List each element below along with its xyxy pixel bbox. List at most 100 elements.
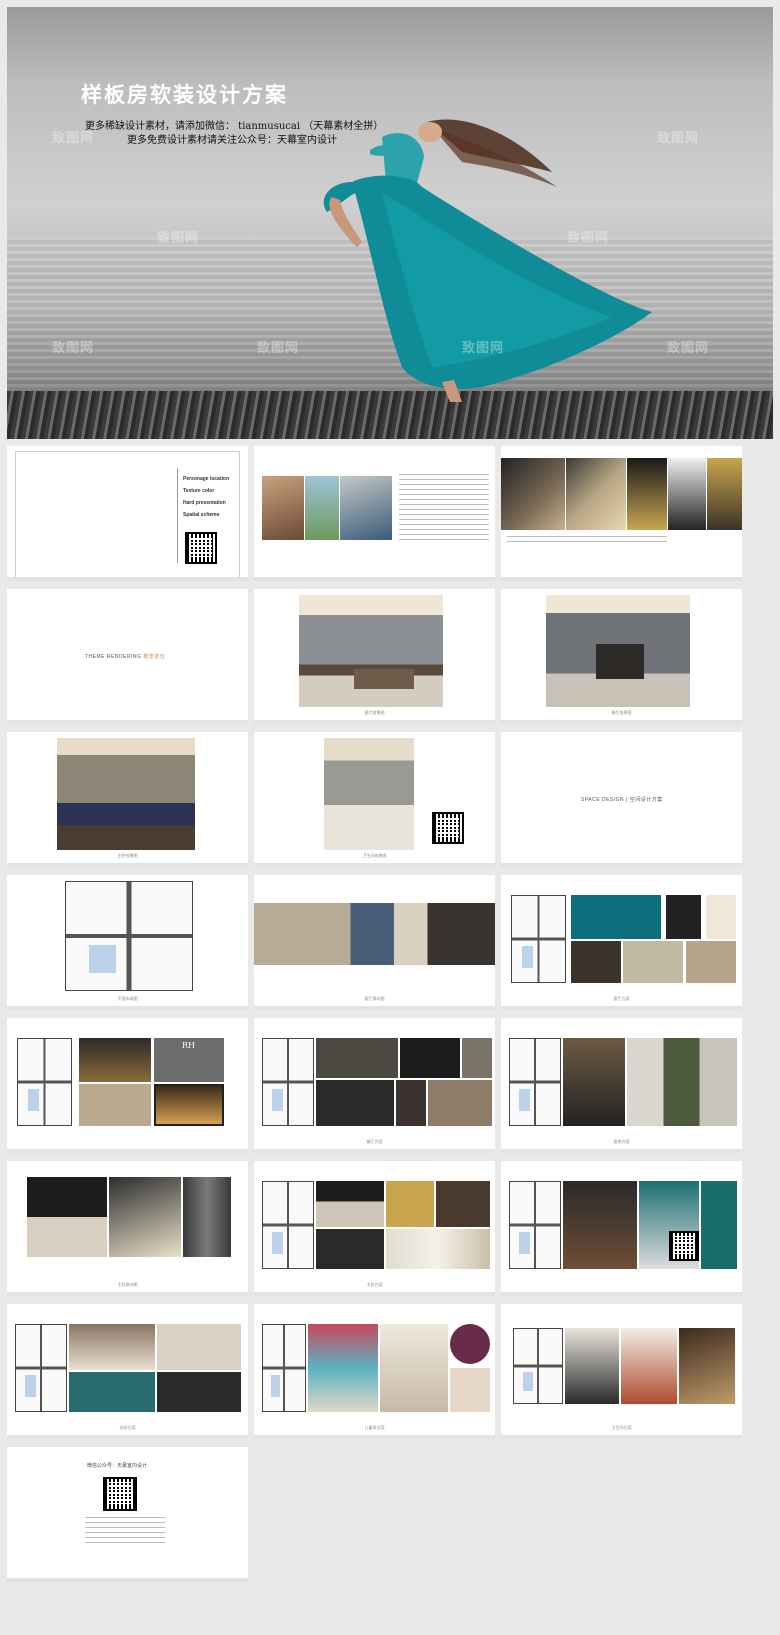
caption: 客厅方案	[613, 996, 630, 1001]
caption: 卫生间效果图	[362, 853, 387, 858]
watermark: 致图网	[257, 340, 300, 355]
cover-slide: 样板房软装设计方案 更多稀缺设计素材，请添加微信： tianmusucai （天…	[7, 7, 773, 439]
chair	[571, 941, 621, 983]
pendant-light	[316, 1038, 398, 1078]
caption: 主卧效果图	[117, 853, 138, 858]
photo	[668, 458, 706, 530]
kids-room-photo	[308, 1324, 378, 1412]
caption: 客厅效果图	[364, 710, 385, 715]
qr-code	[103, 1477, 137, 1511]
photo	[707, 458, 742, 530]
slide-dining-scheme-2: 餐厅方案	[254, 1018, 495, 1153]
space-title: SPACE DESIGN | 空间设计方案	[581, 797, 663, 803]
slide-space-title: SPACE DESIGN | 空间设计方案	[501, 732, 742, 867]
side-table	[666, 895, 701, 939]
bench-photo	[316, 1229, 384, 1269]
chandelier-photo: RH	[154, 1038, 224, 1082]
photo	[262, 476, 304, 540]
curtain-photo	[183, 1177, 231, 1257]
caption: 次卧方案	[119, 1425, 136, 1430]
caption: 卫生间方案	[611, 1425, 632, 1430]
window-seat-photo	[380, 1324, 448, 1412]
slide-bedroom-moodboard: 主卧意向图	[7, 1161, 248, 1296]
living-room-render	[299, 595, 443, 707]
watermark: 致图网	[157, 230, 200, 245]
bed-photo	[69, 1324, 155, 1370]
floor-plan	[509, 1038, 561, 1126]
dresser-photo	[436, 1181, 490, 1227]
caption: 厨房方案	[613, 1139, 630, 1144]
caption: 主卧方案	[366, 1282, 383, 1287]
fashion-photo	[701, 1181, 737, 1269]
ottoman	[686, 941, 736, 983]
slide-kitchen-scheme: 厨房方案	[501, 1018, 742, 1153]
photo	[340, 476, 392, 540]
watermark: 致图网	[567, 230, 610, 245]
rug-photo	[69, 1372, 155, 1412]
caption: 主卧意向图	[117, 1282, 138, 1287]
final-title: 微信公众号：天幕室内设计	[87, 1463, 148, 1469]
floor-plan	[511, 895, 566, 983]
caption: 餐厅效果图	[611, 710, 632, 715]
floor-plan	[509, 1181, 561, 1269]
watermark: 致图网	[667, 340, 710, 355]
bed-photo	[27, 1177, 107, 1257]
caption: 儿童房方案	[364, 1425, 385, 1430]
slide-dining-scheme: RH	[7, 1018, 248, 1153]
watermark: 致图网	[52, 340, 95, 355]
slide-closet-scheme	[501, 1161, 742, 1296]
chandelier-photo	[386, 1181, 434, 1227]
dancer-photo	[323, 119, 652, 402]
photo	[462, 1038, 492, 1078]
photo	[566, 458, 626, 530]
bedroom-render	[57, 738, 195, 850]
slide-bathroom-scheme: 卫生间方案	[501, 1304, 742, 1439]
closet-photo	[563, 1181, 637, 1269]
lamp-photo	[157, 1324, 241, 1370]
text-block	[507, 536, 667, 542]
watermark: 致图网	[52, 130, 95, 145]
coffee-table	[623, 941, 683, 983]
floor-plan	[262, 1324, 306, 1412]
moodboard-strip	[254, 903, 495, 965]
slide-bathroom-render: 卫生间效果图	[254, 732, 495, 867]
photo	[79, 1038, 151, 1082]
floor-plan	[262, 1038, 314, 1126]
slide-guest-bedroom: 次卧方案	[7, 1304, 248, 1439]
kitchen-photo	[563, 1038, 625, 1126]
floor-plan	[15, 1324, 67, 1412]
lamp	[706, 895, 736, 939]
towel-photo	[621, 1328, 677, 1404]
slide-floor-plan: 平面布局图	[7, 875, 248, 1010]
ottoman	[354, 669, 414, 689]
photo	[627, 458, 667, 530]
teal-sofa	[571, 895, 661, 939]
slide-bedroom-scheme: 主卧方案	[254, 1161, 495, 1296]
watermark: 致图网	[657, 130, 700, 145]
theme-title: THEME RENDERING 概念定位	[85, 654, 166, 660]
perfume-photo	[565, 1328, 619, 1404]
photo	[428, 1080, 492, 1126]
slide-theme: THEME RENDERING 概念定位	[7, 589, 248, 724]
slide-living-render: 客厅效果图	[254, 589, 495, 724]
bed-photo	[316, 1181, 384, 1227]
chair-photo	[450, 1368, 490, 1412]
qr-code	[185, 532, 217, 564]
bathroom-render	[324, 738, 414, 850]
kitchenware-photos	[627, 1038, 737, 1126]
slide-material	[501, 446, 742, 581]
floor-plan	[262, 1181, 314, 1269]
photo	[305, 476, 339, 540]
dining-table	[316, 1080, 394, 1126]
toc-item: Texture color	[183, 488, 215, 494]
floor-plan	[17, 1038, 72, 1126]
cabinet	[400, 1038, 460, 1078]
cover-title: 样板房软装设计方案	[81, 82, 288, 107]
slide-kids-room: 儿童房方案	[254, 1304, 495, 1439]
slide-bedroom-render: 主卧效果图	[7, 732, 248, 867]
floor-plan	[513, 1328, 563, 1404]
toc-item: Spatial scheme	[183, 512, 220, 518]
qr-code	[669, 1231, 699, 1261]
chair	[396, 1080, 426, 1126]
caption: 客厅意向图	[364, 996, 385, 1001]
